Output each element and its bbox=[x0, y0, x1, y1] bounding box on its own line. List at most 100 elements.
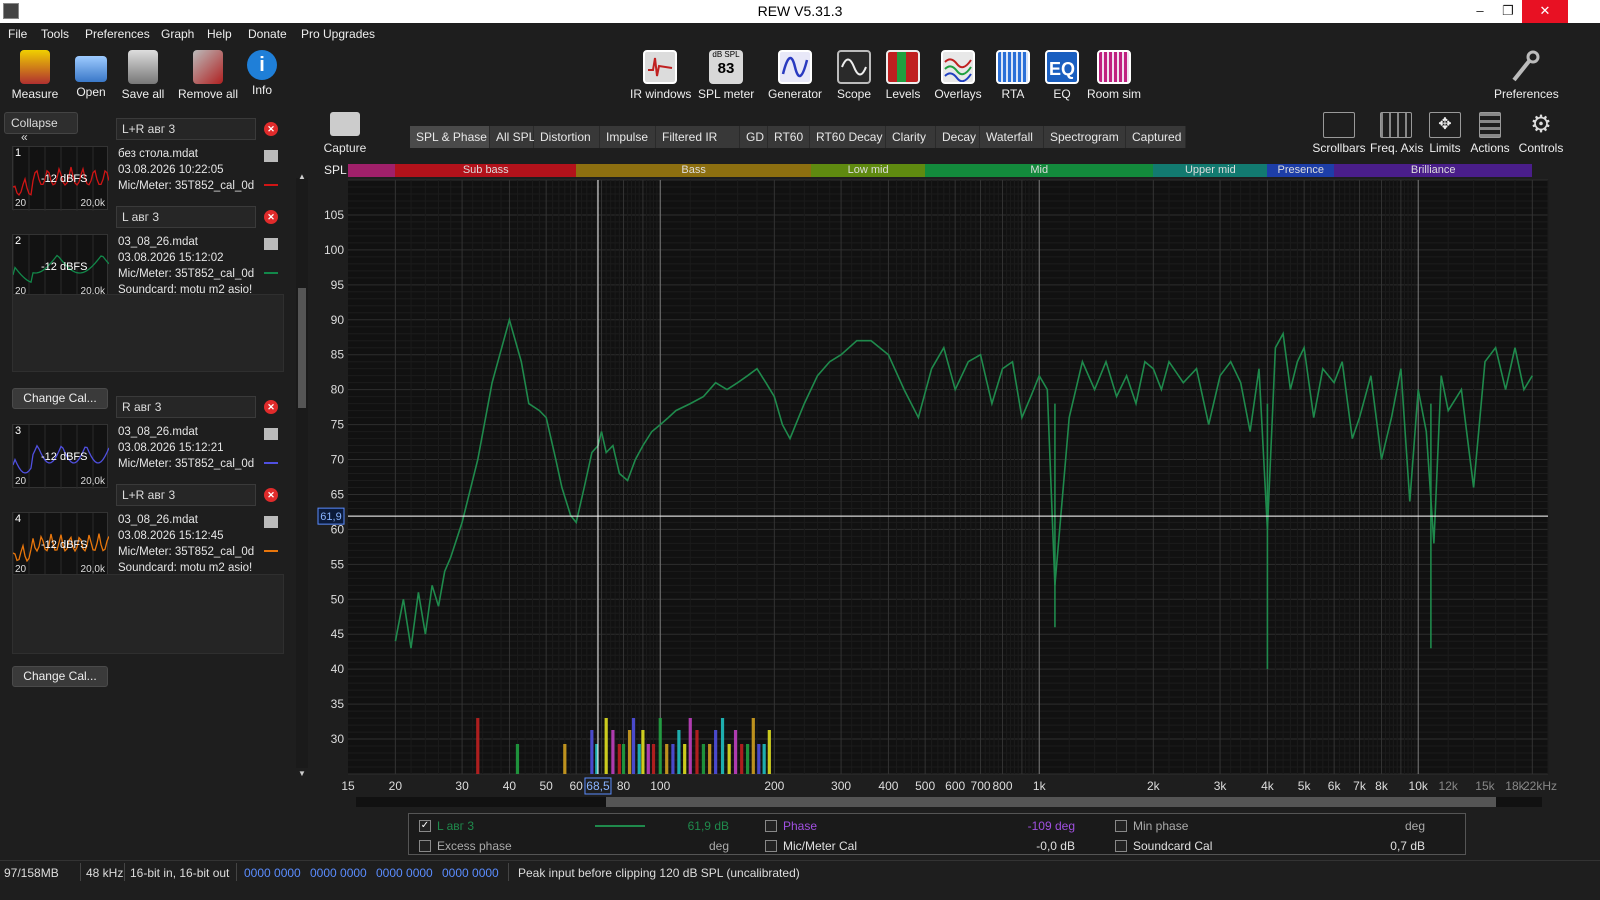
distortion-bar bbox=[740, 744, 744, 774]
y-tick-label: 105 bbox=[324, 208, 344, 222]
legend-checkbox[interactable] bbox=[1115, 820, 1127, 832]
legend-value: 61,9 dB bbox=[687, 819, 729, 833]
distortion-bar bbox=[515, 744, 520, 774]
y-tick-label: 95 bbox=[331, 278, 345, 292]
distortion-bar bbox=[767, 730, 771, 774]
legend-checkbox[interactable] bbox=[419, 840, 431, 852]
graph-legend: ✓ L авг 3 61,9 dB Phase -109 deg Min phase deg… bbox=[408, 813, 1466, 855]
legend-name: Excess phase bbox=[437, 839, 512, 853]
status-io-3: 0000 0000 bbox=[442, 866, 499, 880]
x-tick-label: 22kHz bbox=[1523, 779, 1557, 793]
legend-checkbox[interactable] bbox=[765, 820, 777, 832]
y-tick-label: 70 bbox=[331, 453, 345, 467]
distortion-bar bbox=[708, 744, 712, 774]
legend-checkbox[interactable] bbox=[765, 840, 777, 852]
x-tick-label: 4k bbox=[1261, 779, 1275, 793]
distortion-bar bbox=[658, 718, 662, 774]
x-tick-label: 100 bbox=[650, 779, 670, 793]
distortion-bar bbox=[701, 744, 706, 774]
distortion-bar bbox=[720, 718, 725, 774]
distortion-bar bbox=[621, 744, 626, 774]
x-tick-label: 20 bbox=[389, 779, 403, 793]
distortion-bar bbox=[563, 744, 567, 774]
status-io-0: 0000 0000 bbox=[244, 866, 301, 880]
y-tick-label: 90 bbox=[331, 313, 345, 327]
status-memory: 97/158MB bbox=[4, 866, 59, 880]
distortion-bar bbox=[733, 730, 738, 774]
x-tick-label: 600 bbox=[945, 779, 965, 793]
y-tick-label: 65 bbox=[331, 487, 345, 501]
y-tick-label: 55 bbox=[331, 557, 345, 571]
x-tick-label: 12k bbox=[1439, 779, 1459, 793]
x-tick-label: 300 bbox=[831, 779, 851, 793]
legend-checkbox[interactable] bbox=[1115, 840, 1127, 852]
legend-name: Soundcard Cal bbox=[1133, 839, 1213, 853]
x-tick-label: 80 bbox=[617, 779, 631, 793]
y-tick-label: 30 bbox=[331, 732, 345, 746]
x-tick-label: 500 bbox=[915, 779, 935, 793]
distortion-bar bbox=[646, 744, 650, 774]
distortion-bar bbox=[762, 744, 766, 774]
distortion-bar bbox=[637, 744, 641, 774]
distortion-bar bbox=[476, 718, 480, 774]
x-tick-label: 30 bbox=[455, 779, 469, 793]
frequency-scrollbar[interactable] bbox=[356, 797, 1542, 807]
y-tick-label: 50 bbox=[331, 592, 345, 606]
x-tick-label: 1k bbox=[1033, 779, 1047, 793]
distortion-bar bbox=[677, 730, 681, 774]
distortion-bar bbox=[688, 718, 692, 774]
x-tick-label: 8k bbox=[1375, 779, 1389, 793]
distortion-bar bbox=[757, 744, 761, 774]
x-tick-label: 400 bbox=[878, 779, 898, 793]
legend-name: Min phase bbox=[1133, 819, 1189, 833]
status-sample-rate: 48 kHz bbox=[86, 866, 124, 880]
distortion-bar bbox=[604, 718, 608, 774]
status-message: Peak input before clipping 120 dB SPL (u… bbox=[518, 866, 800, 880]
legend-value: -109 deg bbox=[1027, 819, 1075, 833]
x-tick-label: 700 bbox=[971, 779, 991, 793]
legend-value: 0,7 dB bbox=[1390, 839, 1425, 853]
cursor-y-label: 61,9 bbox=[320, 511, 341, 523]
plot-area[interactable] bbox=[348, 180, 1548, 774]
legend-value: deg bbox=[708, 839, 729, 853]
distortion-bar bbox=[745, 744, 750, 774]
distortion-bar bbox=[590, 730, 594, 774]
x-tick-label: 5k bbox=[1298, 779, 1312, 793]
distortion-bar bbox=[651, 744, 656, 774]
x-tick-label: 10k bbox=[1409, 779, 1429, 793]
x-tick-label: 60 bbox=[569, 779, 583, 793]
distortion-bar bbox=[695, 730, 699, 774]
y-tick-label: 80 bbox=[331, 383, 345, 397]
x-tick-label: 200 bbox=[764, 779, 784, 793]
legend-value: deg bbox=[1404, 819, 1425, 833]
y-tick-label: 45 bbox=[331, 627, 345, 641]
status-io-1: 0000 0000 bbox=[310, 866, 367, 880]
distortion-bar bbox=[631, 718, 636, 774]
status-io-2: 0000 0000 bbox=[376, 866, 433, 880]
legend-name: Phase bbox=[783, 819, 818, 833]
frequency-scrollbar-thumb[interactable] bbox=[606, 797, 1496, 807]
x-tick-label: 50 bbox=[539, 779, 553, 793]
status-bar: 97/158MB 48 kHz 16-bit in, 16-bit out 00… bbox=[0, 860, 1600, 882]
legend-name: L авг 3 bbox=[437, 819, 474, 833]
distortion-bar bbox=[611, 730, 615, 774]
legend-name: Mic/Meter Cal bbox=[783, 839, 858, 853]
spl-graph[interactable]: 30 35 40 45 50 55 60 65 70 75 80 85 90 95 100 105 15 20 30… bbox=[0, 0, 1600, 900]
y-tick-label: 75 bbox=[331, 418, 345, 432]
legend-value: -0,0 dB bbox=[1036, 839, 1075, 853]
distortion-bar bbox=[751, 718, 755, 774]
x-tick-label: 3k bbox=[1214, 779, 1228, 793]
distortion-bar bbox=[727, 744, 731, 774]
distortion-bar bbox=[641, 730, 645, 774]
y-tick-label: 100 bbox=[324, 243, 344, 257]
x-tick-label: 6k bbox=[1328, 779, 1342, 793]
status-bit-depth: 16-bit in, 16-bit out bbox=[130, 866, 230, 880]
distortion-bar bbox=[671, 744, 675, 774]
distortion-bar bbox=[617, 744, 621, 774]
distortion-bar bbox=[714, 730, 718, 774]
x-tick-label: 2k bbox=[1147, 779, 1161, 793]
legend-checkbox[interactable]: ✓ bbox=[419, 820, 431, 832]
x-tick-label: 68,5 bbox=[586, 779, 610, 793]
distortion-bar bbox=[665, 744, 669, 774]
x-tick-label: 40 bbox=[503, 779, 517, 793]
